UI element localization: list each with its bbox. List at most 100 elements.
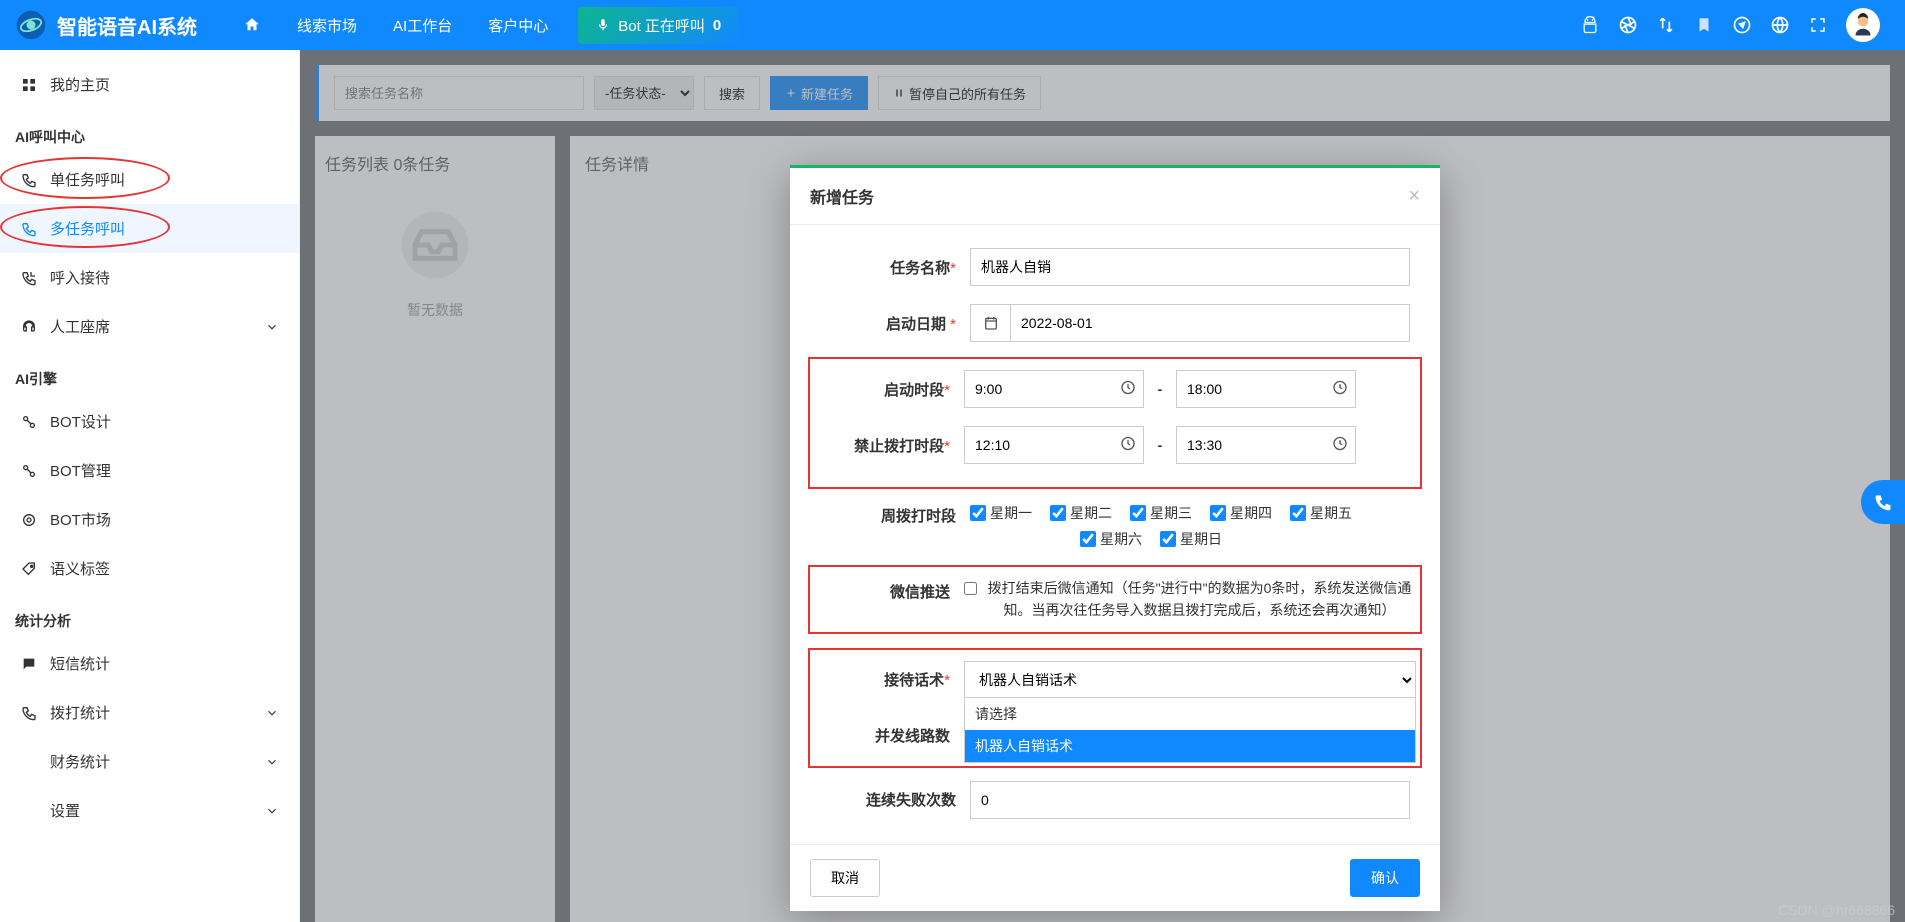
brand-title: 智能语音AI系统 xyxy=(57,11,197,40)
checkbox-tue[interactable]: 星期二 xyxy=(1050,503,1112,523)
sidebar-dial-stats[interactable]: 拨打统计 xyxy=(0,688,299,737)
bot-calling-label: Bot 正在呼叫 xyxy=(618,15,705,36)
sidebar-semantic-tag[interactable]: 语义标签 xyxy=(0,544,299,593)
compass-icon[interactable] xyxy=(1732,15,1752,35)
nav-customer-center[interactable]: 客户中心 xyxy=(472,7,564,44)
nav-leads-market[interactable]: 线索市场 xyxy=(281,7,373,44)
sidebar: 我的主页 AI呼叫中心 单任务呼叫 多任务呼叫 呼入接待 人工座席 AI引擎 B… xyxy=(0,50,300,922)
fail-count-input[interactable] xyxy=(970,781,1410,819)
sidebar-label: 我的主页 xyxy=(50,74,110,95)
sidebar-sms-stats[interactable]: 短信统计 xyxy=(0,639,299,688)
top-header: 智能语音AI系统 线索市场 AI工作台 客户中心 Bot 正在呼叫 0 xyxy=(0,0,1905,50)
aperture-icon[interactable] xyxy=(1618,15,1638,35)
sidebar-label: BOT设计 xyxy=(50,411,111,432)
checkbox-sat[interactable]: 星期六 xyxy=(1080,529,1142,549)
chevron-down-icon xyxy=(265,320,279,334)
sidebar-bot-market[interactable]: BOT市场 xyxy=(0,495,299,544)
modal-title: 新增任务 xyxy=(810,184,874,208)
checkbox-sun[interactable]: 星期日 xyxy=(1160,529,1222,549)
nav-ai-workbench[interactable]: AI工作台 xyxy=(377,7,468,44)
sidebar-section-ai-call: AI呼叫中心 xyxy=(0,109,299,155)
checkbox-thu[interactable]: 星期四 xyxy=(1210,503,1272,523)
search-task-input[interactable] xyxy=(334,76,584,110)
sidebar-multi-task-call[interactable]: 多任务呼叫 xyxy=(0,204,299,253)
script-option-1[interactable]: 机器人自销话术 xyxy=(965,730,1415,762)
start-time-from-input[interactable] xyxy=(964,370,1144,408)
confirm-button[interactable]: 确认 xyxy=(1350,859,1420,897)
wechat-push-checkbox[interactable] xyxy=(964,582,977,595)
dash-separator: - xyxy=(1154,381,1166,397)
brand-icon xyxy=(15,9,47,41)
sidebar-bot-design[interactable]: BOT设计 xyxy=(0,397,299,446)
pause-icon xyxy=(893,87,905,99)
close-icon[interactable]: × xyxy=(1408,186,1420,206)
sidebar-label: BOT市场 xyxy=(50,509,111,530)
sidebar-label: BOT管理 xyxy=(50,460,111,481)
start-time-to-input[interactable] xyxy=(1176,370,1356,408)
sidebar-my-home[interactable]: 我的主页 xyxy=(0,60,299,109)
sidebar-settings[interactable]: 设置 xyxy=(0,786,299,835)
home-icon xyxy=(243,16,261,34)
phone-icon xyxy=(1873,492,1893,512)
link-icon xyxy=(20,462,38,480)
task-name-input[interactable] xyxy=(970,248,1410,286)
brand: 智能语音AI系统 xyxy=(15,9,197,41)
globe-icon[interactable] xyxy=(1770,15,1790,35)
checkbox-mon[interactable]: 星期一 xyxy=(970,503,1032,523)
empty-text: 暂无数据 xyxy=(407,300,463,320)
grid-icon xyxy=(20,76,38,94)
script-select[interactable]: 机器人自销话术 xyxy=(964,661,1416,699)
cancel-button[interactable]: 取消 xyxy=(810,859,880,897)
sidebar-bot-manage[interactable]: BOT管理 xyxy=(0,446,299,495)
modal-header: 新增任务 × xyxy=(790,168,1440,225)
bookmark-icon[interactable] xyxy=(1694,15,1714,35)
sidebar-label: 设置 xyxy=(50,800,80,821)
phone-in-icon xyxy=(20,269,38,287)
sidebar-label: 财务统计 xyxy=(50,751,110,772)
nav-home[interactable] xyxy=(227,8,277,42)
sidebar-inbound[interactable]: 呼入接待 xyxy=(0,253,299,302)
transfer-icon[interactable] xyxy=(1656,15,1676,35)
forbid-time-to-input[interactable] xyxy=(1176,426,1356,464)
bot-calling-indicator[interactable]: Bot 正在呼叫 0 xyxy=(578,7,739,44)
new-task-button[interactable]: 新建任务 xyxy=(770,76,868,110)
chevron-down-icon xyxy=(265,706,279,720)
row-task-name: 任务名称* xyxy=(820,245,1410,289)
search-button[interactable]: 搜索 xyxy=(704,76,760,110)
sidebar-manual-seat[interactable]: 人工座席 xyxy=(0,302,299,351)
start-date-input[interactable] xyxy=(1010,304,1410,342)
empty-state: 暂无数据 xyxy=(325,205,545,320)
watermark: CSDN @hr668866 xyxy=(1778,902,1895,918)
task-status-select[interactable]: -任务状态- xyxy=(594,76,694,110)
sidebar-finance-stats[interactable]: 财务统计 xyxy=(0,737,299,786)
checkbox-fri[interactable]: 星期五 xyxy=(1290,503,1352,523)
toolbar: -任务状态- 搜索 新建任务 暂停自己的所有任务 xyxy=(315,65,1890,121)
phone-stats-icon xyxy=(20,704,38,722)
sidebar-label: 短信统计 xyxy=(50,653,110,674)
tag-icon xyxy=(20,560,38,578)
chat-icon xyxy=(20,655,38,673)
android-icon[interactable] xyxy=(1580,15,1600,35)
user-avatar[interactable] xyxy=(1846,8,1880,42)
sidebar-label: 拨打统计 xyxy=(50,702,110,723)
forbid-time-from-input[interactable] xyxy=(964,426,1144,464)
row-script: 接待话术* 机器人自销话术 请选择 机器人自销话术 xyxy=(814,658,1416,702)
script-option-placeholder[interactable]: 请选择 xyxy=(965,698,1415,730)
sidebar-label: 多任务呼叫 xyxy=(50,218,125,239)
checkbox-wed[interactable]: 星期三 xyxy=(1130,503,1192,523)
floating-call-button[interactable] xyxy=(1861,480,1905,524)
script-highlight-box: 接待话术* 机器人自销话术 请选择 机器人自销话术 并发线路数 xyxy=(808,648,1422,768)
inbox-icon xyxy=(395,205,475,285)
bot-calling-count: 0 xyxy=(713,17,721,34)
chevron-down-icon xyxy=(265,804,279,818)
fullscreen-icon[interactable] xyxy=(1808,15,1828,35)
headset-icon xyxy=(20,318,38,336)
pause-all-button[interactable]: 暂停自己的所有任务 xyxy=(878,76,1041,110)
sidebar-label: 呼入接待 xyxy=(50,267,110,288)
dash-separator: - xyxy=(1154,437,1166,453)
calendar-icon xyxy=(970,304,1010,342)
top-nav: 线索市场 AI工作台 客户中心 Bot 正在呼叫 0 xyxy=(227,7,739,44)
chevron-down-icon xyxy=(265,755,279,769)
sidebar-single-task-call[interactable]: 单任务呼叫 xyxy=(0,155,299,204)
mic-icon xyxy=(596,18,610,32)
